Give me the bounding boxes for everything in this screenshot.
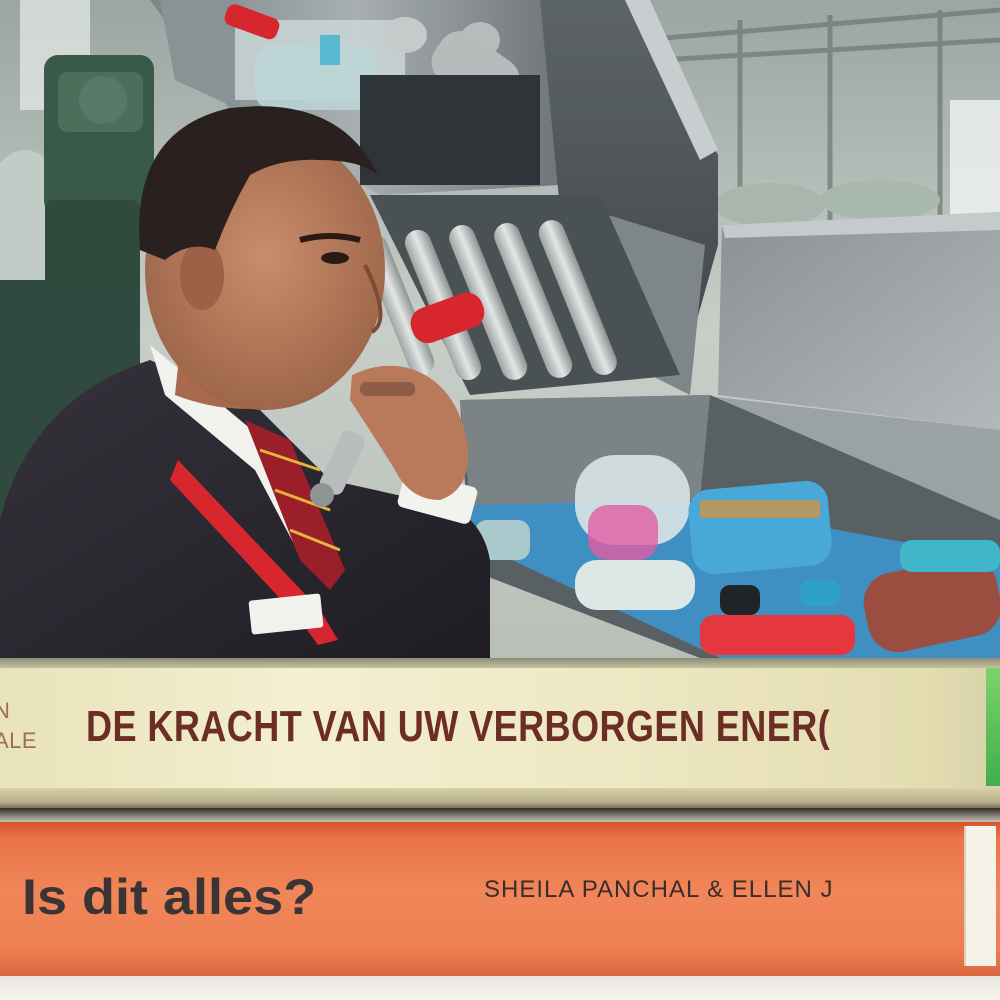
- book-top-author-line2: ALE: [0, 728, 38, 753]
- book-top-title: DE KRACHT VAN UW VERBORGEN ENER(: [86, 702, 831, 751]
- book-bottom-authors: SHEILA PANCHAL & ELLEN J: [484, 876, 834, 903]
- book-spine-top-green-edge: [986, 668, 1000, 786]
- book-top-author-line1: N: [0, 698, 11, 723]
- book-bottom-title: Is dit alles?: [22, 869, 317, 925]
- book-spine-bottom-tab: [964, 826, 996, 966]
- recycling-plant-photo: [0, 0, 1000, 658]
- book-stack-base: [0, 976, 1000, 1000]
- book-top-author-fragment: N ALE: [0, 696, 64, 756]
